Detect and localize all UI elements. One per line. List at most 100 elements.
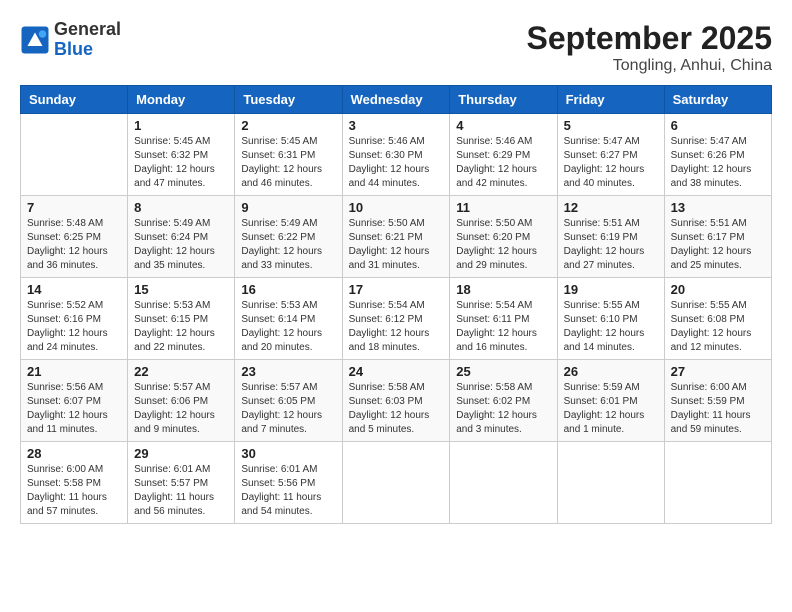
day-info: Sunrise: 5:57 AM Sunset: 6:06 PM Dayligh… <box>134 381 228 437</box>
day-number: 1 <box>134 118 228 133</box>
day-number: 10 <box>349 200 444 215</box>
day-number: 21 <box>27 364 121 379</box>
calendar-cell: 16Sunrise: 5:53 AM Sunset: 6:14 PM Dayli… <box>235 278 342 360</box>
day-info: Sunrise: 5:52 AM Sunset: 6:16 PM Dayligh… <box>27 299 121 355</box>
weekday-header-thursday: Thursday <box>450 86 557 114</box>
calendar-cell: 28 Sunrise: 6:00 AM Sunset: 5:58 PM Dayli… <box>21 442 128 524</box>
day-info: Sunrise: 5:55 AM Sunset: 6:08 PM Dayligh… <box>671 299 765 355</box>
day-number: 7 <box>27 200 121 215</box>
calendar-cell <box>557 442 664 524</box>
calendar-cell: 19 Sunrise: 5:55 AM Sunset: 6:10 PM Dayli… <box>557 278 664 360</box>
day-info: Sunrise: 5:53 AM Sunset: 6:14 PM Dayligh… <box>241 299 335 355</box>
month-title: September 2025 <box>527 20 772 57</box>
title-block: September 2025 Tongling, Anhui, China <box>527 20 772 75</box>
calendar-cell: 5 Sunrise: 5:47 AM Sunset: 6:27 PM Daylig… <box>557 114 664 196</box>
day-info: Sunrise: 5:47 AM Sunset: 6:26 PM Dayligh… <box>671 135 765 191</box>
day-number: 17 <box>349 282 444 297</box>
day-info: Sunrise: 5:56 AM Sunset: 6:07 PM Dayligh… <box>27 381 121 437</box>
day-number: 19 <box>564 282 658 297</box>
calendar-cell <box>664 442 771 524</box>
day-info: Sunrise: 5:49 AM Sunset: 6:22 PM Dayligh… <box>241 217 335 273</box>
day-info: Sunrise: 5:46 AM Sunset: 6:29 PM Dayligh… <box>456 135 550 191</box>
calendar-cell: 6 Sunrise: 5:47 AM Sunset: 6:26 PM Daylig… <box>664 114 771 196</box>
day-info: Sunrise: 6:00 AM Sunset: 5:58 PM Dayligh… <box>27 463 121 519</box>
calendar-cell: 10 Sunrise: 5:50 AM Sunset: 6:21 PM Dayli… <box>342 196 450 278</box>
day-info: Sunrise: 5:55 AM Sunset: 6:10 PM Dayligh… <box>564 299 658 355</box>
calendar-cell <box>21 114 128 196</box>
day-number: 26 <box>564 364 658 379</box>
calendar-cell: 8 Sunrise: 5:49 AM Sunset: 6:24 PM Daylig… <box>128 196 235 278</box>
calendar-cell: 30Sunrise: 6:01 AM Sunset: 5:56 PM Dayli… <box>235 442 342 524</box>
day-info: Sunrise: 5:49 AM Sunset: 6:24 PM Dayligh… <box>134 217 228 273</box>
logo-icon <box>20 25 50 55</box>
calendar-cell: 12 Sunrise: 5:51 AM Sunset: 6:19 PM Dayli… <box>557 196 664 278</box>
calendar-cell: 26Sunrise: 5:59 AM Sunset: 6:01 PM Dayli… <box>557 360 664 442</box>
day-number: 27 <box>671 364 765 379</box>
day-number: 28 <box>27 446 121 461</box>
day-info: Sunrise: 5:46 AM Sunset: 6:30 PM Dayligh… <box>349 135 444 191</box>
calendar-cell: 15 Sunrise: 5:53 AM Sunset: 6:15 PM Dayli… <box>128 278 235 360</box>
day-number: 20 <box>671 282 765 297</box>
calendar-cell: 18 Sunrise: 5:54 AM Sunset: 6:11 PM Dayli… <box>450 278 557 360</box>
day-number: 11 <box>456 200 550 215</box>
calendar-cell: 23 Sunrise: 5:57 AM Sunset: 6:05 PM Dayli… <box>235 360 342 442</box>
day-info: Sunrise: 5:50 AM Sunset: 6:20 PM Dayligh… <box>456 217 550 273</box>
calendar-cell: 9 Sunrise: 5:49 AM Sunset: 6:22 PM Daylig… <box>235 196 342 278</box>
day-info: Sunrise: 5:58 AM Sunset: 6:03 PM Dayligh… <box>349 381 444 437</box>
day-number: 4 <box>456 118 550 133</box>
day-number: 8 <box>134 200 228 215</box>
day-number: 3 <box>349 118 444 133</box>
calendar-cell: 14Sunrise: 5:52 AM Sunset: 6:16 PM Dayli… <box>21 278 128 360</box>
calendar-cell: 24Sunrise: 5:58 AM Sunset: 6:03 PM Dayli… <box>342 360 450 442</box>
logo-line2: Blue <box>54 40 121 60</box>
day-number: 23 <box>241 364 335 379</box>
calendar-cell <box>342 442 450 524</box>
calendar-cell: 29 Sunrise: 6:01 AM Sunset: 5:57 PM Dayli… <box>128 442 235 524</box>
calendar-week-row: 21 Sunrise: 5:56 AM Sunset: 6:07 PM Dayli… <box>21 360 772 442</box>
day-info: Sunrise: 5:51 AM Sunset: 6:17 PM Dayligh… <box>671 217 765 273</box>
day-info: Sunrise: 5:47 AM Sunset: 6:27 PM Dayligh… <box>564 135 658 191</box>
day-info: Sunrise: 5:51 AM Sunset: 6:19 PM Dayligh… <box>564 217 658 273</box>
day-info: Sunrise: 5:45 AM Sunset: 6:31 PM Dayligh… <box>241 135 335 191</box>
location: Tongling, Anhui, China <box>527 57 772 75</box>
weekday-header-friday: Friday <box>557 86 664 114</box>
day-info: Sunrise: 5:54 AM Sunset: 6:11 PM Dayligh… <box>456 299 550 355</box>
day-number: 6 <box>671 118 765 133</box>
calendar-cell: 27 Sunrise: 6:00 AM Sunset: 5:59 PM Dayli… <box>664 360 771 442</box>
logo-text: General Blue <box>54 20 121 60</box>
calendar-cell: 22 Sunrise: 5:57 AM Sunset: 6:06 PM Dayli… <box>128 360 235 442</box>
calendar-week-row: 1 Sunrise: 5:45 AM Sunset: 6:32 PM Daylig… <box>21 114 772 196</box>
day-number: 9 <box>241 200 335 215</box>
calendar-cell: 3 Sunrise: 5:46 AM Sunset: 6:30 PM Daylig… <box>342 114 450 196</box>
day-info: Sunrise: 6:00 AM Sunset: 5:59 PM Dayligh… <box>671 381 765 437</box>
day-number: 22 <box>134 364 228 379</box>
weekday-header-tuesday: Tuesday <box>235 86 342 114</box>
calendar-cell: 7Sunrise: 5:48 AM Sunset: 6:25 PM Daylig… <box>21 196 128 278</box>
weekday-header-saturday: Saturday <box>664 86 771 114</box>
calendar-cell: 17 Sunrise: 5:54 AM Sunset: 6:12 PM Dayli… <box>342 278 450 360</box>
day-info: Sunrise: 5:57 AM Sunset: 6:05 PM Dayligh… <box>241 381 335 437</box>
calendar-week-row: 14Sunrise: 5:52 AM Sunset: 6:16 PM Dayli… <box>21 278 772 360</box>
day-number: 13 <box>671 200 765 215</box>
day-info: Sunrise: 5:53 AM Sunset: 6:15 PM Dayligh… <box>134 299 228 355</box>
day-number: 5 <box>564 118 658 133</box>
logo-line1: General <box>54 20 121 40</box>
day-number: 15 <box>134 282 228 297</box>
calendar-cell: 2 Sunrise: 5:45 AM Sunset: 6:31 PM Daylig… <box>235 114 342 196</box>
day-info: Sunrise: 5:54 AM Sunset: 6:12 PM Dayligh… <box>349 299 444 355</box>
day-number: 12 <box>564 200 658 215</box>
calendar-week-row: 7Sunrise: 5:48 AM Sunset: 6:25 PM Daylig… <box>21 196 772 278</box>
day-number: 18 <box>456 282 550 297</box>
day-number: 2 <box>241 118 335 133</box>
logo: General Blue <box>20 20 121 60</box>
weekday-header-sunday: Sunday <box>21 86 128 114</box>
day-number: 29 <box>134 446 228 461</box>
weekday-header-monday: Monday <box>128 86 235 114</box>
day-info: Sunrise: 6:01 AM Sunset: 5:56 PM Dayligh… <box>241 463 335 519</box>
day-info: Sunrise: 5:50 AM Sunset: 6:21 PM Dayligh… <box>349 217 444 273</box>
day-info: Sunrise: 6:01 AM Sunset: 5:57 PM Dayligh… <box>134 463 228 519</box>
day-info: Sunrise: 5:58 AM Sunset: 6:02 PM Dayligh… <box>456 381 550 437</box>
day-info: Sunrise: 5:45 AM Sunset: 6:32 PM Dayligh… <box>134 135 228 191</box>
weekday-header-wednesday: Wednesday <box>342 86 450 114</box>
calendar-cell: 13 Sunrise: 5:51 AM Sunset: 6:17 PM Dayli… <box>664 196 771 278</box>
